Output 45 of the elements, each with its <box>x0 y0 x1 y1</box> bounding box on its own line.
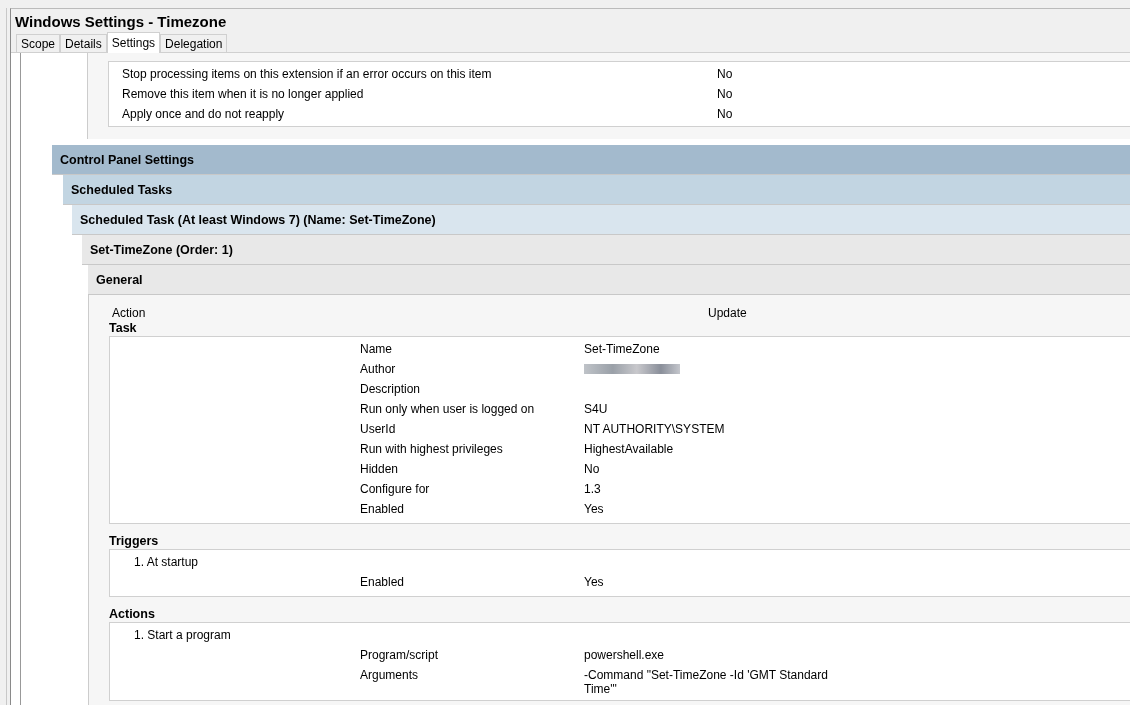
field-value: S4U <box>584 402 609 416</box>
field-value: HighestAvailable <box>584 442 675 456</box>
item-title: 1. Start a program <box>133 627 232 644</box>
option-label: Apply once and do not reapply <box>122 107 286 121</box>
option-value: No <box>717 67 733 81</box>
section-header: Control Panel Settings <box>52 145 1130 175</box>
field-label: Enabled <box>360 575 406 589</box>
section-header: Set-TimeZone (Order: 1) <box>82 235 1130 265</box>
field-label: Name <box>360 342 393 356</box>
field-value: powershell.exe <box>584 648 666 662</box>
section-header: General <box>88 265 1130 295</box>
field-value: NT AUTHORITY\SYSTEM <box>584 422 726 436</box>
item-title: 1. At startup <box>133 554 200 571</box>
field-label: Run with highest privileges <box>360 442 504 456</box>
option-label: Stop processing items on this extension if an error occurs on this item <box>122 67 493 81</box>
field-label: Description <box>360 382 422 396</box>
field-label: UserId <box>360 422 397 436</box>
field-label: Configure for <box>360 482 431 496</box>
field-value: Yes <box>584 575 605 589</box>
field-value: Yes <box>584 502 605 516</box>
field-value: -Command "Set-TimeZone -Id 'GMT Standard Time'" <box>584 668 829 696</box>
section-header: Scheduled Task (At least Windows 7) (Name: Set-TimeZone) <box>72 205 1130 235</box>
field-label: Run only when user is logged on <box>360 402 536 416</box>
field-label: Enabled <box>360 502 406 516</box>
field-value: Set-TimeZone <box>584 342 661 356</box>
option-label: Remove this item when it is no longer applied <box>122 87 365 101</box>
field-value: 1.3 <box>584 482 602 496</box>
option-value: No <box>717 87 733 101</box>
group-title: Actions <box>109 607 156 622</box>
field-value: Update <box>708 306 747 320</box>
field-label: Arguments <box>360 668 420 682</box>
tab[interactable]: Scope <box>16 34 61 52</box>
tab[interactable]: Settings <box>106 32 161 53</box>
field-value: No <box>584 462 601 476</box>
tab[interactable]: Details <box>60 34 107 52</box>
field-label: Author <box>360 362 397 376</box>
field-label: Hidden <box>360 462 400 476</box>
group-title: Triggers <box>109 534 160 549</box>
group-title: Task <box>109 321 138 336</box>
tab[interactable]: Delegation <box>160 34 228 52</box>
field-label: Program/script <box>360 648 440 662</box>
window-title: Windows Settings - Timezone <box>14 12 228 32</box>
option-value: No <box>717 107 733 121</box>
field-label: Action <box>112 306 147 320</box>
section-header: Scheduled Tasks <box>63 175 1130 205</box>
